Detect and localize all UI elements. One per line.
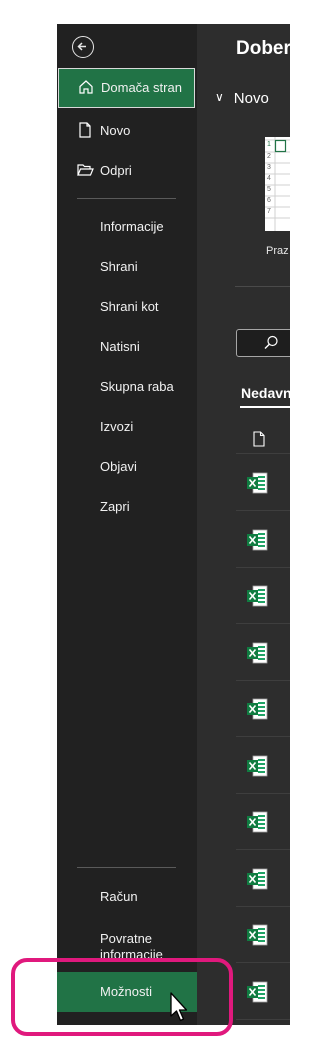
home-icon (79, 80, 93, 94)
sidebar-divider (77, 867, 176, 868)
search-input[interactable] (236, 329, 290, 357)
back-arrow-icon (77, 42, 86, 51)
recent-file-row[interactable] (236, 850, 290, 907)
sidebar-item-label: Izvozi (100, 419, 134, 434)
back-button[interactable] (72, 36, 94, 58)
main-content: Dober ∨ Novo 1 2 3 4 5 6 7 Praz Nedavn (197, 24, 290, 1025)
sidebar-item-label: Zapri (100, 499, 130, 514)
sidebar-item-label: Objavi (100, 459, 137, 474)
sidebar-item-share[interactable]: Skupna raba (57, 367, 197, 407)
sidebar-item-new[interactable]: Novo (57, 111, 197, 151)
sidebar-item-publish[interactable]: Objavi (57, 447, 197, 487)
excel-file-icon (247, 981, 268, 1002)
sidebar-item-label: Skupna raba (100, 379, 174, 394)
recent-file-row[interactable] (236, 511, 290, 568)
sidebar-item-save[interactable]: Shrani (57, 247, 197, 287)
folder-open-icon (77, 164, 94, 176)
recent-file-row[interactable] (236, 567, 290, 624)
new-section-toggle[interactable]: ∨ Novo (215, 90, 269, 107)
sidebar-item-account[interactable]: Račun (57, 877, 197, 917)
excel-file-icon (247, 868, 268, 889)
new-file-icon (79, 122, 91, 138)
backstage-sidebar: Domača stran Novo Odpri Informacije Shra… (57, 24, 197, 1025)
section-divider (235, 286, 290, 287)
tab-recent[interactable]: Nedavn (241, 385, 290, 401)
sidebar-item-label: Natisni (100, 339, 140, 354)
excel-file-icon (247, 811, 268, 833)
sidebar-item-label: Odpri (100, 163, 132, 178)
row-number: 6 (267, 197, 271, 204)
excel-file-icon (247, 698, 268, 720)
sidebar-item-print[interactable]: Natisni (57, 327, 197, 367)
file-type-icon (253, 431, 265, 447)
sidebar-item-info[interactable]: Informacije (57, 207, 197, 247)
sidebar-item-label: Informacije (100, 219, 164, 234)
sidebar-item-label: Domača stran (101, 80, 182, 95)
blank-workbook-label: Praz (266, 245, 289, 257)
tab-active-indicator (240, 406, 290, 408)
search-icon (264, 335, 278, 349)
sidebar-item-open[interactable]: Odpri (57, 151, 197, 191)
row-number: 4 (267, 175, 271, 182)
sidebar-item-close[interactable]: Zapri (57, 487, 197, 527)
excel-file-icon (247, 585, 268, 607)
blank-workbook-thumbnail[interactable]: 1 2 3 4 5 6 7 (265, 137, 290, 231)
row-number: 2 (267, 153, 271, 160)
spreadsheet-grid-icon (265, 137, 290, 231)
recent-file-row[interactable] (236, 454, 290, 511)
row-number: 5 (267, 186, 271, 193)
sidebar-item-label: Račun (100, 889, 138, 904)
excel-file-icon (247, 529, 268, 550)
sidebar-item-label: Shrani kot (100, 299, 159, 314)
options-highlight-annotation (11, 958, 233, 1036)
recent-file-row[interactable] (236, 906, 290, 963)
recent-file-row[interactable] (236, 793, 290, 850)
sidebar-divider (77, 198, 176, 199)
greeting-heading: Dober (236, 38, 290, 59)
excel-file-icon (247, 472, 268, 494)
recent-file-row[interactable] (236, 680, 290, 737)
row-number: 1 (267, 141, 271, 148)
recent-file-row[interactable] (236, 624, 290, 681)
sidebar-item-save-as[interactable]: Shrani kot (57, 287, 197, 327)
recent-file-row[interactable] (236, 963, 290, 1020)
row-number: 7 (267, 208, 271, 215)
sidebar-item-home[interactable]: Domača stran (58, 68, 195, 108)
excel-file-icon (247, 755, 268, 776)
excel-file-icon (247, 924, 268, 946)
row-number: 3 (267, 164, 271, 171)
file-list-header (236, 417, 290, 454)
sidebar-item-label: Shrani (100, 259, 138, 274)
chevron-down-icon: ∨ (215, 90, 224, 104)
mouse-cursor-icon (170, 992, 188, 1022)
new-section-label: Novo (233, 90, 269, 107)
sidebar-item-export[interactable]: Izvozi (57, 407, 197, 447)
sidebar-item-label: Novo (100, 123, 131, 138)
excel-file-icon (247, 642, 268, 663)
recent-file-row[interactable] (236, 737, 290, 794)
